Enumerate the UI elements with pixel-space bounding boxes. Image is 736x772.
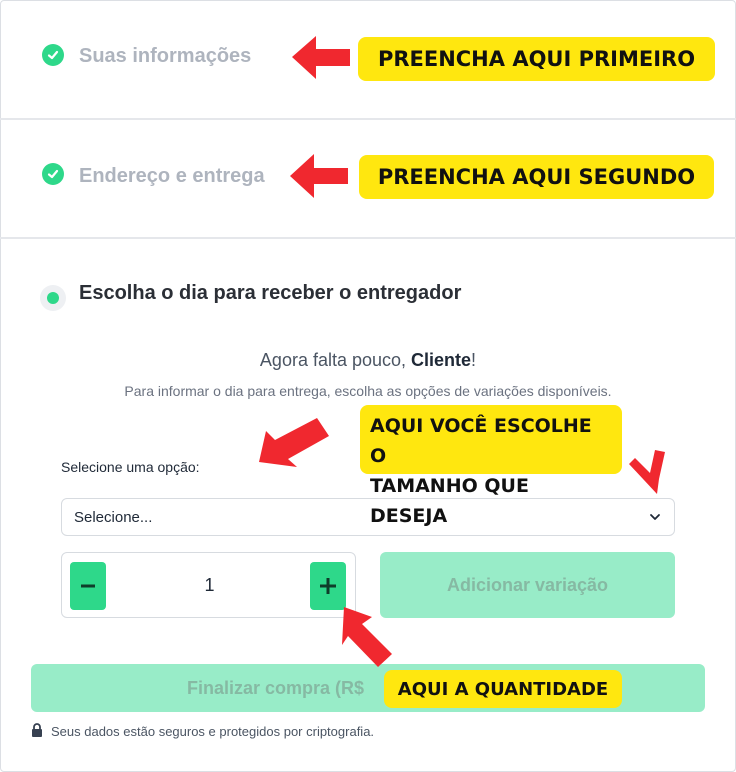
select-label: Selecione uma opção: <box>61 459 200 475</box>
finish-purchase-label: Finalizar compra (R$ <box>187 678 365 698</box>
add-variation-button[interactable]: Adicionar variação <box>380 552 675 618</box>
plus-icon <box>320 578 336 594</box>
lock-icon <box>31 723 43 740</box>
security-text: Seus dados estão seguros e protegidos po… <box>51 724 375 739</box>
check-icon <box>42 163 64 185</box>
select-value: Selecione... <box>74 509 153 526</box>
divider <box>0 237 736 239</box>
annotation-fill-second: PREENCHA AQUI SEGUNDO <box>359 155 714 199</box>
quantity-stepper: 1 <box>61 552 356 618</box>
customer-name: Cliente <box>411 350 472 370</box>
step-title-delivery-day: Escolha o dia para receber o entregador <box>79 282 462 304</box>
annotation-fill-first: PREENCHA AQUI PRIMEIRO <box>358 37 715 81</box>
greeting: Agora falta pouco, Cliente! <box>259 350 477 370</box>
check-icon <box>42 44 64 66</box>
increase-quantity-button[interactable] <box>310 562 346 610</box>
step-title-personal-info[interactable]: Suas informações <box>79 45 251 68</box>
active-step-indicator <box>40 285 66 311</box>
chevron-down-icon <box>648 510 662 529</box>
annotation-quantity: AQUI A QUANTIDADE <box>384 670 622 708</box>
delivery-instructions: Para informar o dia para entrega, escolh… <box>124 383 612 399</box>
step-title-address-delivery[interactable]: Endereço e entrega <box>79 165 265 188</box>
divider <box>0 118 736 120</box>
annotation-size: AQUI VOCÊ ESCOLHE O TAMANHO QUE DESEJA <box>360 405 622 527</box>
security-notice: Seus dados estão seguros e protegidos po… <box>31 723 374 740</box>
